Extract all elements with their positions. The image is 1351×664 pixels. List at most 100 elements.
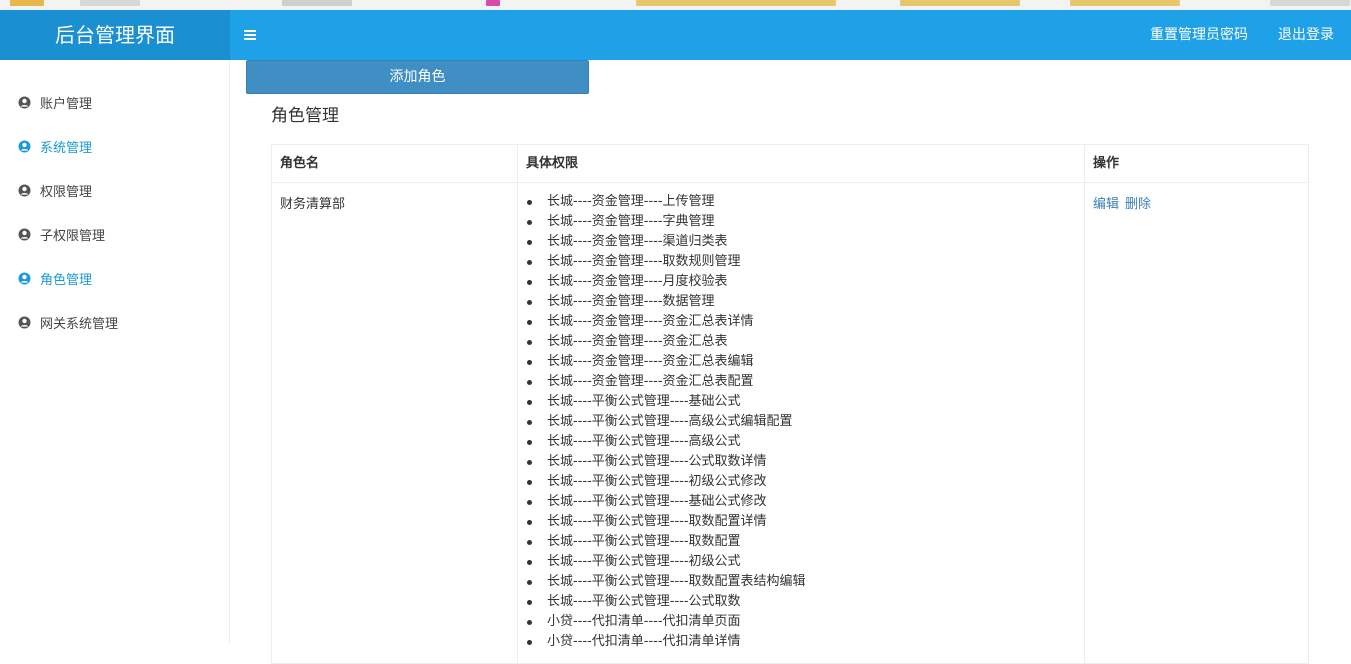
bullet-icon: [527, 320, 532, 325]
bullet-icon: [527, 200, 532, 205]
user-circle-icon: [18, 96, 31, 109]
permission-list-item: 长城----平衡公式管理----基础公式修改: [527, 492, 806, 512]
bullet-icon: [527, 400, 532, 405]
permission-text: 小贷----代扣清单----代扣清单详情: [547, 634, 741, 649]
permission-list-item: 长城----资金管理----月度校验表: [527, 272, 806, 292]
permission-text: 长城----资金管理----资金汇总表编辑: [547, 354, 754, 369]
bullet-icon: [527, 560, 532, 565]
sidebar-item-label: 网关系统管理: [40, 316, 119, 332]
bullet-icon: [527, 580, 532, 585]
sidebar-item-label: 权限管理: [40, 184, 93, 200]
permission-text: 长城----资金管理----资金汇总表配置: [547, 374, 754, 389]
bookmark-icon[interactable]: [900, 0, 1020, 6]
bookmark-icon[interactable]: [1270, 0, 1350, 6]
permission-text: 小贷----代扣清单----代扣清单页面: [547, 614, 741, 629]
roles-table: 角色名 具体权限 操作 财务清算部 长城----资金管理----上传管理 长城--…: [271, 144, 1309, 664]
sidebar-item-role[interactable]: 角色管理: [18, 268, 92, 288]
bullet-icon: [527, 280, 532, 285]
permission-list: 长城----资金管理----上传管理 长城----资金管理----字典管理 长城--…: [527, 192, 806, 652]
permission-text: 长城----平衡公式管理----取数配置详情: [547, 514, 767, 529]
bullet-icon: [527, 620, 532, 625]
permission-list-item: 长城----平衡公式管理----基础公式: [527, 392, 806, 412]
permission-list-item: 长城----平衡公式管理----公式取数: [527, 592, 806, 612]
permission-text: 长城----平衡公式管理----初级公式: [547, 554, 741, 569]
column-header-actions: 操作: [1093, 156, 1120, 171]
bullet-icon: [527, 220, 532, 225]
permission-text: 长城----平衡公式管理----初级公式修改: [547, 474, 767, 489]
bookmark-icon[interactable]: [486, 0, 500, 6]
permission-list-item: 长城----资金管理----数据管理: [527, 292, 806, 312]
sidebar-item-label: 系统管理: [40, 140, 93, 156]
permission-list-item: 长城----资金管理----资金汇总表详情: [527, 312, 806, 332]
user-circle-icon: [18, 272, 31, 285]
add-role-button[interactable]: 添加角色: [246, 60, 589, 94]
page-title: 角色管理: [271, 106, 339, 126]
permission-text: 长城----资金管理----取数规则管理: [547, 254, 741, 269]
user-circle-icon: [18, 140, 31, 153]
bookmark-icon[interactable]: [10, 0, 44, 6]
sidebar-item-sub-permission[interactable]: 子权限管理: [18, 224, 105, 244]
permission-list-item: 长城----资金管理----渠道归类表: [527, 232, 806, 252]
sidebar-item-label: 角色管理: [40, 272, 93, 288]
permission-text: 长城----平衡公式管理----高级公式编辑配置: [547, 414, 793, 429]
edit-link[interactable]: 编辑: [1093, 197, 1119, 212]
sidebar-item-permission[interactable]: 权限管理: [18, 180, 92, 200]
permission-list-item: 长城----平衡公式管理----取数配置: [527, 532, 806, 552]
permission-text: 长城----平衡公式管理----高级公式: [547, 434, 741, 449]
permission-list-item: 长城----资金管理----资金汇总表编辑: [527, 352, 806, 372]
bullet-icon: [527, 540, 532, 545]
permission-text: 长城----资金管理----资金汇总表详情: [547, 314, 754, 329]
bullet-icon: [527, 380, 532, 385]
user-circle-icon: [18, 184, 31, 197]
bullet-icon: [527, 440, 532, 445]
bookmark-icon[interactable]: [636, 0, 836, 6]
column-header-role-name: 角色名: [280, 156, 320, 171]
permission-list-item: 长城----平衡公式管理----取数配置表结构编辑: [527, 572, 806, 592]
bullet-icon: [527, 520, 532, 525]
reset-password-link[interactable]: 重置管理员密码: [1150, 10, 1248, 60]
bullet-icon: [527, 500, 532, 505]
browser-bookmark-bar: [0, 0, 1351, 10]
permission-list-item: 长城----资金管理----取数规则管理: [527, 252, 806, 272]
table-header-row: 角色名 具体权限 操作: [272, 145, 1308, 183]
permission-list-item: 小贷----代扣清单----代扣清单页面: [527, 612, 806, 632]
permission-list-item: 长城----平衡公式管理----初级公式修改: [527, 472, 806, 492]
role-name-cell: 财务清算部: [280, 197, 346, 212]
sidebar-item-label: 子权限管理: [40, 228, 106, 244]
permission-text: 长城----资金管理----月度校验表: [547, 274, 728, 289]
sidebar-item-label: 账户管理: [40, 96, 93, 112]
permission-text: 长城----资金管理----上传管理: [547, 194, 715, 209]
sidebar-item-account[interactable]: 账户管理: [18, 92, 92, 112]
permission-text: 长城----平衡公式管理----取数配置表结构编辑: [547, 574, 806, 589]
bullet-icon: [527, 260, 532, 265]
sidebar-item-gateway[interactable]: 网关系统管理: [18, 312, 118, 332]
bullet-icon: [527, 360, 532, 365]
sidebar-item-system[interactable]: 系统管理: [18, 136, 92, 156]
delete-link[interactable]: 删除: [1125, 197, 1151, 212]
menu-toggle-icon[interactable]: [244, 27, 258, 43]
bookmark-icon[interactable]: [80, 0, 140, 6]
permission-text: 长城----资金管理----字典管理: [547, 214, 715, 229]
bullet-icon: [527, 300, 532, 305]
bullet-icon: [527, 420, 532, 425]
permission-text: 长城----平衡公式管理----基础公式: [547, 394, 741, 409]
column-divider: [517, 145, 518, 663]
permission-text: 长城----平衡公式管理----取数配置: [547, 534, 741, 549]
bookmark-icon[interactable]: [1070, 0, 1180, 6]
bullet-icon: [527, 600, 532, 605]
permission-text: 长城----平衡公式管理----基础公式修改: [547, 494, 767, 509]
permission-text: 长城----平衡公式管理----公式取数: [547, 594, 741, 609]
permission-list-item: 长城----资金管理----字典管理: [527, 212, 806, 232]
bullet-icon: [527, 340, 532, 345]
bookmark-icon[interactable]: [282, 0, 352, 6]
actions-cell: 编辑 删除: [1093, 193, 1157, 212]
permission-list-item: 长城----资金管理----资金汇总表配置: [527, 372, 806, 392]
sidebar: 账户管理 系统管理 权限管理 子权限管理 角色管理 网关系统管理: [0, 60, 230, 643]
permission-list-item: 长城----平衡公式管理----高级公式: [527, 432, 806, 452]
top-header: 后台管理界面 重置管理员密码 退出登录: [0, 10, 1351, 60]
permission-text: 长城----资金管理----资金汇总表: [547, 334, 728, 349]
permission-list-item: 长城----平衡公式管理----取数配置详情: [527, 512, 806, 532]
logout-link[interactable]: 退出登录: [1278, 10, 1334, 60]
permission-list-item: 长城----平衡公式管理----初级公式: [527, 552, 806, 572]
bullet-icon: [527, 460, 532, 465]
